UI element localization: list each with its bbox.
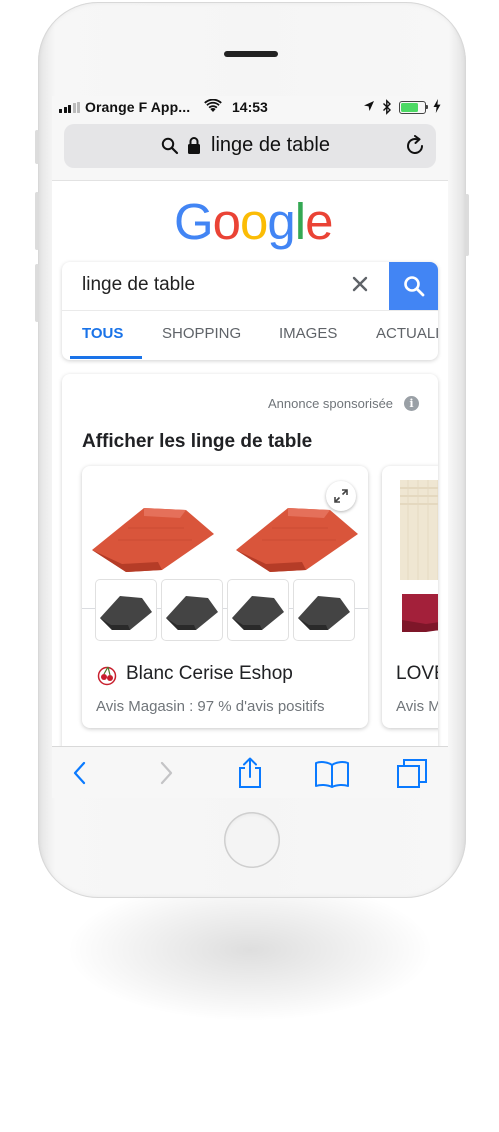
product-thumbnail[interactable] bbox=[228, 580, 288, 640]
lock-icon bbox=[188, 137, 200, 154]
wifi-icon bbox=[204, 99, 222, 112]
charging-bolt-icon bbox=[433, 99, 441, 113]
product-thumbnail[interactable] bbox=[294, 580, 354, 640]
search-input[interactable]: linge de table bbox=[82, 274, 195, 296]
browser-toolbar bbox=[52, 746, 448, 798]
google-logo: Google bbox=[174, 192, 334, 251]
volume-up-button bbox=[35, 192, 39, 250]
ad-heading: Afficher les linge de table bbox=[82, 431, 313, 452]
bluetooth-icon bbox=[383, 99, 391, 115]
expand-button[interactable] bbox=[326, 481, 356, 511]
status-bar: Orange F App... 14:53 bbox=[52, 96, 448, 118]
logo-letter: l bbox=[294, 193, 306, 250]
bookmarks-icon[interactable] bbox=[314, 760, 350, 788]
search-tabs: TOUS SHOPPING IMAGES ACTUALITÉS bbox=[62, 311, 438, 360]
screen: Orange F App... 14:53 linge de table Goo… bbox=[52, 96, 448, 798]
browser-address-area: linge de table bbox=[52, 118, 448, 181]
info-icon[interactable]: i bbox=[404, 396, 419, 411]
clock: 14:53 bbox=[232, 99, 268, 115]
url-text: linge de table bbox=[211, 134, 330, 156]
thumbnail-image bbox=[232, 596, 284, 630]
forward-icon[interactable] bbox=[156, 760, 176, 786]
battery-level bbox=[401, 103, 418, 112]
store-rating: Avis Magasin : 98 % d'avis positifs bbox=[396, 698, 438, 715]
carrier-label: Orange F App... bbox=[85, 99, 191, 115]
tab-shopping[interactable]: SHOPPING bbox=[162, 325, 241, 342]
share-icon[interactable] bbox=[236, 757, 264, 789]
thumbnail-image bbox=[298, 596, 350, 630]
search-icon bbox=[404, 276, 425, 297]
search-button[interactable] bbox=[389, 262, 438, 310]
earpiece-speaker bbox=[224, 51, 278, 57]
power-button bbox=[465, 194, 469, 256]
volume-down-button bbox=[35, 264, 39, 322]
product-image[interactable] bbox=[394, 480, 438, 588]
tab-images[interactable]: IMAGES bbox=[279, 325, 337, 342]
location-arrow-icon bbox=[364, 101, 374, 111]
logo-letter: G bbox=[174, 193, 214, 250]
thumbnail-image bbox=[402, 594, 438, 632]
shopping-ad-card: Annonce sponsorisée i Afficher les linge… bbox=[62, 374, 438, 754]
reload-icon[interactable] bbox=[404, 135, 426, 157]
page: Orange F App... 14:53 linge de table Goo… bbox=[0, 0, 499, 1132]
phone-shadow bbox=[70, 880, 430, 1020]
home-button[interactable] bbox=[224, 812, 280, 868]
store-name[interactable]: LOVETABLE bbox=[396, 663, 438, 685]
thumbnail-image bbox=[166, 596, 218, 630]
store-logo-icon bbox=[97, 666, 117, 686]
search-icon bbox=[161, 137, 179, 155]
store-rating: Avis Magasin : 97 % d'avis positifs bbox=[96, 698, 325, 715]
expand-icon bbox=[334, 489, 348, 503]
product-card[interactable]: LOVETABLE Avis Magasin : 98 % d'avis pos… bbox=[382, 466, 438, 728]
product-card[interactable]: Blanc Cerise Eshop Avis Magasin : 97 % d… bbox=[82, 466, 368, 728]
product-image[interactable] bbox=[88, 488, 218, 578]
logo-letter: o bbox=[240, 193, 268, 250]
logo-letter: g bbox=[267, 193, 295, 250]
store-name[interactable]: Blanc Cerise Eshop bbox=[126, 663, 293, 685]
tab-actualites[interactable]: ACTUALITÉS bbox=[376, 325, 438, 342]
product-thumbnail[interactable] bbox=[162, 580, 222, 640]
clear-search-icon[interactable] bbox=[351, 275, 369, 293]
tabs-icon[interactable] bbox=[396, 758, 430, 790]
battery-icon bbox=[399, 101, 426, 114]
sponsored-label: Annonce sponsorisée bbox=[268, 396, 394, 411]
product-thumbnail[interactable] bbox=[396, 580, 438, 640]
logo-letter: o bbox=[212, 193, 241, 250]
back-icon[interactable] bbox=[70, 760, 90, 786]
tab-tous[interactable]: TOUS bbox=[82, 325, 123, 342]
product-thumbnail[interactable] bbox=[96, 580, 156, 640]
search-card: linge de table TOUS SHOPPING IMAGES ACTU… bbox=[62, 262, 438, 360]
thumbnail-image bbox=[100, 596, 152, 630]
signal-icon bbox=[59, 102, 80, 113]
active-tab-indicator bbox=[70, 356, 142, 359]
mute-switch bbox=[35, 130, 39, 164]
url-bar[interactable]: linge de table bbox=[64, 124, 436, 168]
battery-tip bbox=[426, 105, 428, 109]
logo-letter: e bbox=[305, 193, 333, 250]
